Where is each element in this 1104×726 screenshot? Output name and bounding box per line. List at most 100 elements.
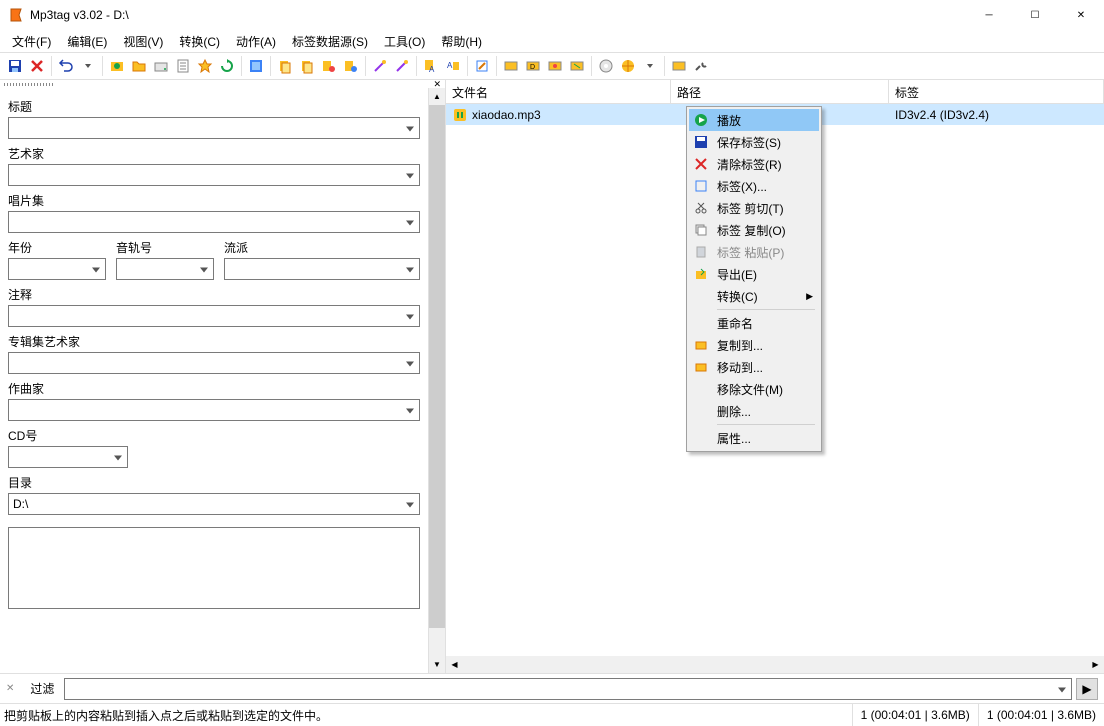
- play-folder-icon[interactable]: [106, 55, 128, 77]
- menu-view[interactable]: 视图(V): [115, 31, 171, 52]
- menu-actions[interactable]: 动作(A): [228, 31, 284, 52]
- ctx-rename[interactable]: 重命名: [689, 312, 819, 334]
- ctx-copyto[interactable]: 复制到...: [689, 334, 819, 356]
- year-input[interactable]: [8, 258, 106, 280]
- scroll-down-icon[interactable]: ▼: [429, 656, 445, 673]
- scroll-up-icon[interactable]: ▲: [429, 88, 445, 105]
- statusbar: 把剪贴板上的内容粘贴到插入点之后或粘贴到选定的文件中。 1 (00:04:01 …: [0, 703, 1104, 726]
- ctx-convert[interactable]: 转换(C)▶: [689, 285, 819, 307]
- column-path[interactable]: 路径: [671, 80, 889, 103]
- ctx-delete[interactable]: 删除...: [689, 400, 819, 422]
- menu-edit[interactable]: 编辑(E): [59, 31, 115, 52]
- folder-icon[interactable]: [128, 55, 150, 77]
- ctx-separator: [717, 424, 815, 425]
- copy2-icon[interactable]: [296, 55, 318, 77]
- export-icon: [693, 266, 709, 282]
- play-icon: [693, 112, 709, 128]
- composer-input[interactable]: [8, 399, 420, 421]
- paste-icon: [693, 244, 709, 260]
- num1-icon[interactable]: [500, 55, 522, 77]
- tagfile2-icon[interactable]: A: [442, 55, 464, 77]
- artist-input[interactable]: [8, 164, 420, 186]
- edit-icon[interactable]: [471, 55, 493, 77]
- minimize-button[interactable]: ─: [966, 0, 1012, 30]
- folder-copy-icon: [693, 337, 709, 353]
- selectall-icon[interactable]: [245, 55, 267, 77]
- status-selection: 1 (00:04:01 | 3.6MB): [852, 704, 978, 726]
- cover-box[interactable]: [8, 527, 420, 609]
- ctx-paste: 标签 粘贴(P): [689, 241, 819, 263]
- scroll-left-icon[interactable]: ◀: [446, 656, 463, 673]
- discno-input[interactable]: [8, 446, 128, 468]
- track-input[interactable]: [116, 258, 214, 280]
- save-icon[interactable]: [4, 55, 26, 77]
- num2-icon[interactable]: D: [522, 55, 544, 77]
- panel-grip[interactable]: ✕: [0, 80, 445, 88]
- menu-help[interactable]: 帮助(H): [433, 31, 490, 52]
- albumartist-input[interactable]: [8, 352, 420, 374]
- horizontal-scrollbar[interactable]: ◀ ▶: [446, 656, 1104, 673]
- num4-icon[interactable]: [566, 55, 588, 77]
- disc-icon[interactable]: [595, 55, 617, 77]
- menu-file[interactable]: 文件(F): [4, 31, 59, 52]
- globe-icon[interactable]: [617, 55, 639, 77]
- menubar: 文件(F) 编辑(E) 视图(V) 转换(C) 动作(A) 标签数据源(S) 工…: [0, 30, 1104, 52]
- ctx-moveto[interactable]: 移动到...: [689, 356, 819, 378]
- album-input[interactable]: [8, 211, 420, 233]
- ctx-copy[interactable]: 标签 复制(O): [689, 219, 819, 241]
- close-button[interactable]: ✕: [1058, 0, 1104, 30]
- filter-input[interactable]: [64, 678, 1072, 700]
- dir-label: 目录: [8, 474, 420, 491]
- title-input[interactable]: [8, 117, 420, 139]
- wand2-icon[interactable]: [391, 55, 413, 77]
- ctx-export[interactable]: 导出(E): [689, 263, 819, 285]
- dir-input[interactable]: D:\: [8, 493, 420, 515]
- filter-go-button[interactable]: ▶: [1076, 678, 1098, 700]
- scissors-icon: [693, 200, 709, 216]
- tag-icon: [693, 178, 709, 194]
- undo-dropdown-icon[interactable]: [77, 55, 99, 77]
- maximize-button[interactable]: ☐: [1012, 0, 1058, 30]
- scroll-right-icon[interactable]: ▶: [1087, 656, 1104, 673]
- menu-tagsources[interactable]: 标签数据源(S): [284, 31, 376, 52]
- filter-label: 过滤: [20, 680, 64, 697]
- undo-icon[interactable]: [55, 55, 77, 77]
- copy1-icon[interactable]: [274, 55, 296, 77]
- ctx-play[interactable]: 播放: [689, 109, 819, 131]
- albumartist-label: 专辑集艺术家: [8, 333, 420, 350]
- favorite-icon[interactable]: [194, 55, 216, 77]
- panel-scrollbar[interactable]: ▲ ▼: [428, 88, 445, 673]
- ctx-tag[interactable]: 标签(X)...: [689, 175, 819, 197]
- menu-tools[interactable]: 工具(O): [376, 31, 433, 52]
- ctx-removefile[interactable]: 移除文件(M): [689, 378, 819, 400]
- file-name: xiaodao.mp3: [472, 108, 541, 122]
- column-tag[interactable]: 标签: [889, 80, 1104, 103]
- drive-icon[interactable]: [150, 55, 172, 77]
- source-dropdown-icon[interactable]: [639, 55, 661, 77]
- svg-text:A: A: [429, 65, 435, 74]
- menu-convert[interactable]: 转换(C): [171, 31, 228, 52]
- column-filename[interactable]: 文件名: [446, 80, 671, 103]
- ctx-cut[interactable]: 标签 剪切(T): [689, 197, 819, 219]
- paste-script-icon[interactable]: [340, 55, 362, 77]
- comment-label: 注释: [8, 286, 420, 303]
- album-label: 唱片集: [8, 192, 420, 209]
- tools-icon[interactable]: [668, 55, 690, 77]
- playlist-icon[interactable]: [172, 55, 194, 77]
- settings-icon[interactable]: [690, 55, 712, 77]
- paste-link-icon[interactable]: [318, 55, 340, 77]
- filter-close-icon[interactable]: ✕: [0, 683, 20, 694]
- refresh-icon[interactable]: [216, 55, 238, 77]
- delete-icon[interactable]: [26, 55, 48, 77]
- wand1-icon[interactable]: [369, 55, 391, 77]
- titlebar: Mp3tag v3.02 - D:\ ─ ☐ ✕: [0, 0, 1104, 30]
- comment-input[interactable]: [8, 305, 420, 327]
- ctx-remove[interactable]: 清除标签(R): [689, 153, 819, 175]
- genre-input[interactable]: [224, 258, 420, 280]
- tagfile1-icon[interactable]: A: [420, 55, 442, 77]
- num3-icon[interactable]: [544, 55, 566, 77]
- artist-label: 艺术家: [8, 145, 420, 162]
- ctx-save[interactable]: 保存标签(S): [689, 131, 819, 153]
- ctx-separator: [717, 309, 815, 310]
- ctx-props[interactable]: 属性...: [689, 427, 819, 449]
